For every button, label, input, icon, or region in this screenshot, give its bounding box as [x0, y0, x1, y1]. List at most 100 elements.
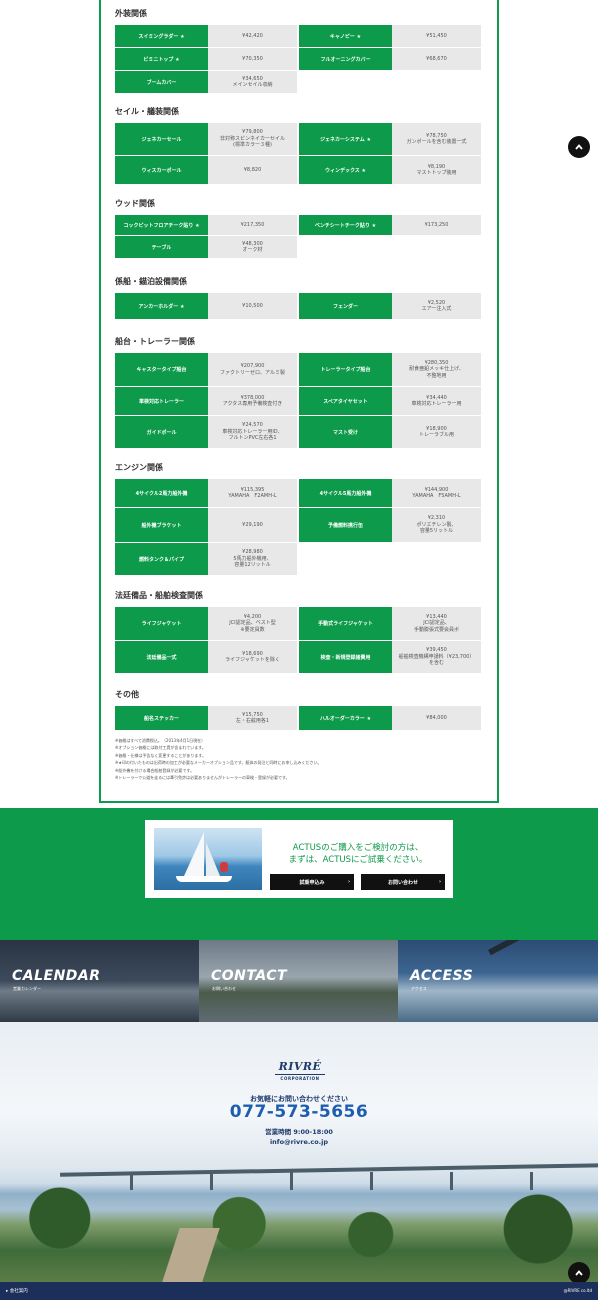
option-name: フェンダー — [299, 293, 392, 319]
calendar-banner-title: CALENDAR — [12, 968, 101, 984]
access-banner-sub: アクセス — [411, 986, 427, 991]
option-price: ¥29,190 — [208, 508, 297, 542]
option-section: 外装関係 スイミングラダー ★ ¥42,420 キャノピー ★ ¥51,450 ビミニトッ… — [115, 8, 481, 94]
contact-banner-sub: お問い合わせ — [212, 986, 236, 991]
copyright: @RIVRE co.ltd — [563, 1288, 592, 1293]
option-price: ¥115,395 YAMAHA F2AMH-L — [208, 479, 297, 507]
option-price: ¥68,670 — [392, 48, 481, 70]
option-row: スイミングラダー ★ ¥42,420 キャノピー ★ ¥51,450 — [115, 25, 481, 47]
option-price: ¥13,440 JCI認定品、 手動膨張式要会員ボ — [392, 607, 481, 640]
option-name: トレーラータイプ船台 — [299, 353, 392, 386]
email-link[interactable]: info@rivre.co.jp — [0, 1138, 598, 1146]
option-name: ライフジャケット — [115, 607, 208, 640]
option-price: ¥28,980 5馬力船外機用、 容量12リットル — [208, 543, 297, 575]
option-row: ブームカバー ¥34,650 メインセイル収納 — [115, 71, 481, 93]
option-name: ビミニトップ ★ — [115, 48, 208, 70]
section-title: ウッド関係 — [115, 199, 155, 208]
option-price: ¥378,000 アクタス専用予備検査付き — [208, 387, 297, 415]
option-name: 船外機ブラケット — [115, 508, 208, 542]
option-row: アンカーホルダー ★ ¥10,500 フェンダー ¥2,520 エアー注入式 — [115, 293, 481, 319]
option-name: 4サイクル2馬力船外機 — [115, 479, 208, 507]
cta-line-1: ACTUSのご購入をご検討の方は、 — [292, 843, 424, 853]
option-price: ¥34,650 メインセイル収納 — [208, 71, 297, 93]
option-name: キャノピー ★ — [299, 25, 392, 47]
option-name: ブームカバー — [115, 71, 208, 93]
calendar-banner[interactable]: CALENDAR 営業カレンダー — [0, 940, 199, 1022]
option-price: ¥42,420 — [208, 25, 297, 47]
option-name: ハルオーダーカラー ★ — [299, 706, 392, 730]
option-name: ジェネカーシステム ★ — [299, 123, 392, 155]
price-notes: ※価格はすべて消費税込。（2013年4月1日現在） ※オプション価格には取付工賃… — [115, 738, 322, 781]
sailing-photo — [154, 828, 262, 890]
option-row: ガイドポール ¥24,570 車検対応トレーラー用ID、 フルトンPVC左右各1 マ… — [115, 416, 481, 448]
scroll-top-button[interactable] — [568, 1262, 590, 1282]
business-hours: 営業時間 9:00-18:00 — [265, 1128, 333, 1136]
option-price: ¥70,350 — [208, 48, 297, 70]
footer-bar: ▸ 会社案内 @RIVRE co.ltd — [0, 1282, 598, 1300]
contact-button[interactable]: お問い合わせ › — [361, 874, 445, 890]
option-name: 法廷備品一式 — [115, 641, 208, 673]
option-row: 燃料タンク＆パイプ ¥28,980 5馬力船外機用、 容量12リットル — [115, 543, 481, 575]
option-price: ¥39,450 船舶検査機構申請料（¥23,700） を含む — [392, 641, 481, 673]
option-row: 4サイクル2馬力船外機 ¥115,395 YAMAHA F2AMH-L 4サイクル5… — [115, 479, 481, 507]
option-name: 車検対応トレーラー — [115, 387, 208, 415]
option-name: テーブル — [115, 236, 208, 258]
scroll-top-button[interactable] — [568, 136, 590, 158]
option-price: ¥217,350 — [208, 215, 297, 235]
cta-line-2: まずは、ACTUSにご試乗ください。 — [288, 855, 428, 865]
option-name: 船名ステッカー — [115, 706, 208, 730]
options-panel: 外装関係 スイミングラダー ★ ¥42,420 キャノピー ★ ¥51,450 ビミニトッ… — [99, 0, 499, 803]
arrow-right-icon: › — [438, 879, 441, 885]
option-section: 係船・錨泊設備関係アンカーホルダー ★ ¥10,500 フェンダー ¥2,520 エア… — [115, 276, 481, 320]
option-price: ¥51,450 — [392, 25, 481, 47]
option-section: 法廷備品・船舶検査関係ライフジャケット ¥4,200 JCI認定品、ベスト型 ※要… — [115, 590, 481, 674]
option-name: キャスタータイプ船台 — [115, 353, 208, 386]
option-section: その他船名ステッカー ¥15,750 左・右舷用各1 ハルオーダーカラー ★ ¥84,… — [115, 689, 481, 731]
chevron-up-icon — [575, 1270, 583, 1276]
section-title: 係船・錨泊設備関係 — [115, 277, 187, 286]
option-price: ¥78,750 ガンポールを含む装置一式 — [392, 123, 481, 155]
phone-number[interactable]: 077-573-5656 — [0, 1102, 598, 1122]
option-name: スペアタイヤセット — [299, 387, 392, 415]
option-price: ¥2,310 ポリエチレン製、 容量5リットル — [392, 508, 481, 542]
option-price: ¥48,300 オーク材 — [208, 236, 297, 258]
option-price: ¥24,570 車検対応トレーラー用ID、 フルトンPVC左右各1 — [208, 416, 297, 448]
contact-label: お問い合わせ — [387, 879, 418, 886]
option-name: 予備燃料携行缶 — [299, 508, 392, 542]
option-price: ¥84,000 — [392, 706, 481, 730]
section-title: その他 — [115, 690, 139, 699]
option-section: エンジン関係 4サイクル2馬力船外機 ¥115,395 YAMAHA F2AMH-L… — [115, 462, 481, 576]
option-price: ¥2,520 エアー注入式 — [392, 293, 481, 319]
company-logo[interactable]: RIVRÉ CORPORATION — [275, 1060, 325, 1081]
option-name: 4サイクル5馬力船外機 — [299, 479, 392, 507]
option-name: アンカーホルダー ★ — [115, 293, 208, 319]
option-name: ガイドポール — [115, 416, 208, 448]
contact-banner[interactable]: CONTACT お問い合わせ — [199, 940, 398, 1022]
option-price: ¥8,820 — [208, 156, 297, 184]
option-price: ¥207,900 ファクトリーゼロ、アルミ製 — [208, 353, 297, 386]
trial-request-button[interactable]: 試乗申込み › — [270, 874, 354, 890]
option-name: ベンチシートチーク貼り ★ — [299, 215, 392, 235]
option-row: 船名ステッカー ¥15,750 左・右舷用各1 ハルオーダーカラー ★ ¥84,000 — [115, 706, 481, 730]
option-price: ¥15,750 左・右舷用各1 — [208, 706, 297, 730]
option-price: ¥8,190 マストトップ装用 — [392, 156, 481, 184]
option-name: 検査・新規登録諸費用 — [299, 641, 392, 673]
option-price: ¥34,440 車検対応トレーラー用 — [392, 387, 481, 415]
option-row: キャスタータイプ船台 ¥207,900 ファクトリーゼロ、アルミ製 トレーラータイプ… — [115, 353, 481, 386]
logo-subtitle: CORPORATION — [275, 1074, 325, 1081]
trees-image — [0, 1174, 598, 1282]
option-price: ¥4,200 JCI認定品、ベスト型 ※要定員数 — [208, 607, 297, 640]
access-banner-title: ACCESS — [410, 968, 474, 984]
cta-message: ACTUSのご購入をご検討の方は、 まずは、ACTUSにご試乗ください。 — [268, 842, 448, 866]
option-price: ¥18,690 ライフジャケットを除く — [208, 641, 297, 673]
option-name: ジェネカーセール — [115, 123, 208, 155]
section-title: 法廷備品・船舶検査関係 — [115, 591, 203, 600]
access-banner[interactable]: ACCESS アクセス — [398, 940, 598, 1022]
section-title: 船台・トレーラー関係 — [115, 337, 195, 346]
option-row: ジェネカーセール ¥79,800 非対称スピンネイカーセイル (標準カラー３種) ジ… — [115, 123, 481, 155]
option-row: 法廷備品一式 ¥18,690 ライフジャケットを除く 検査・新規登録諸費用 ¥39,4… — [115, 641, 481, 673]
option-section: セイル・艤装関係 ジェネカーセール ¥79,800 非対称スピンネイカーセイル (標… — [115, 106, 481, 185]
option-row: 船外機ブラケット ¥29,190 予備燃料携行缶 ¥2,310 ポリエチレン製、 容量… — [115, 508, 481, 542]
company-info-link[interactable]: ▸ 会社案内 — [6, 1288, 28, 1294]
arrow-right-icon: › — [347, 879, 350, 885]
